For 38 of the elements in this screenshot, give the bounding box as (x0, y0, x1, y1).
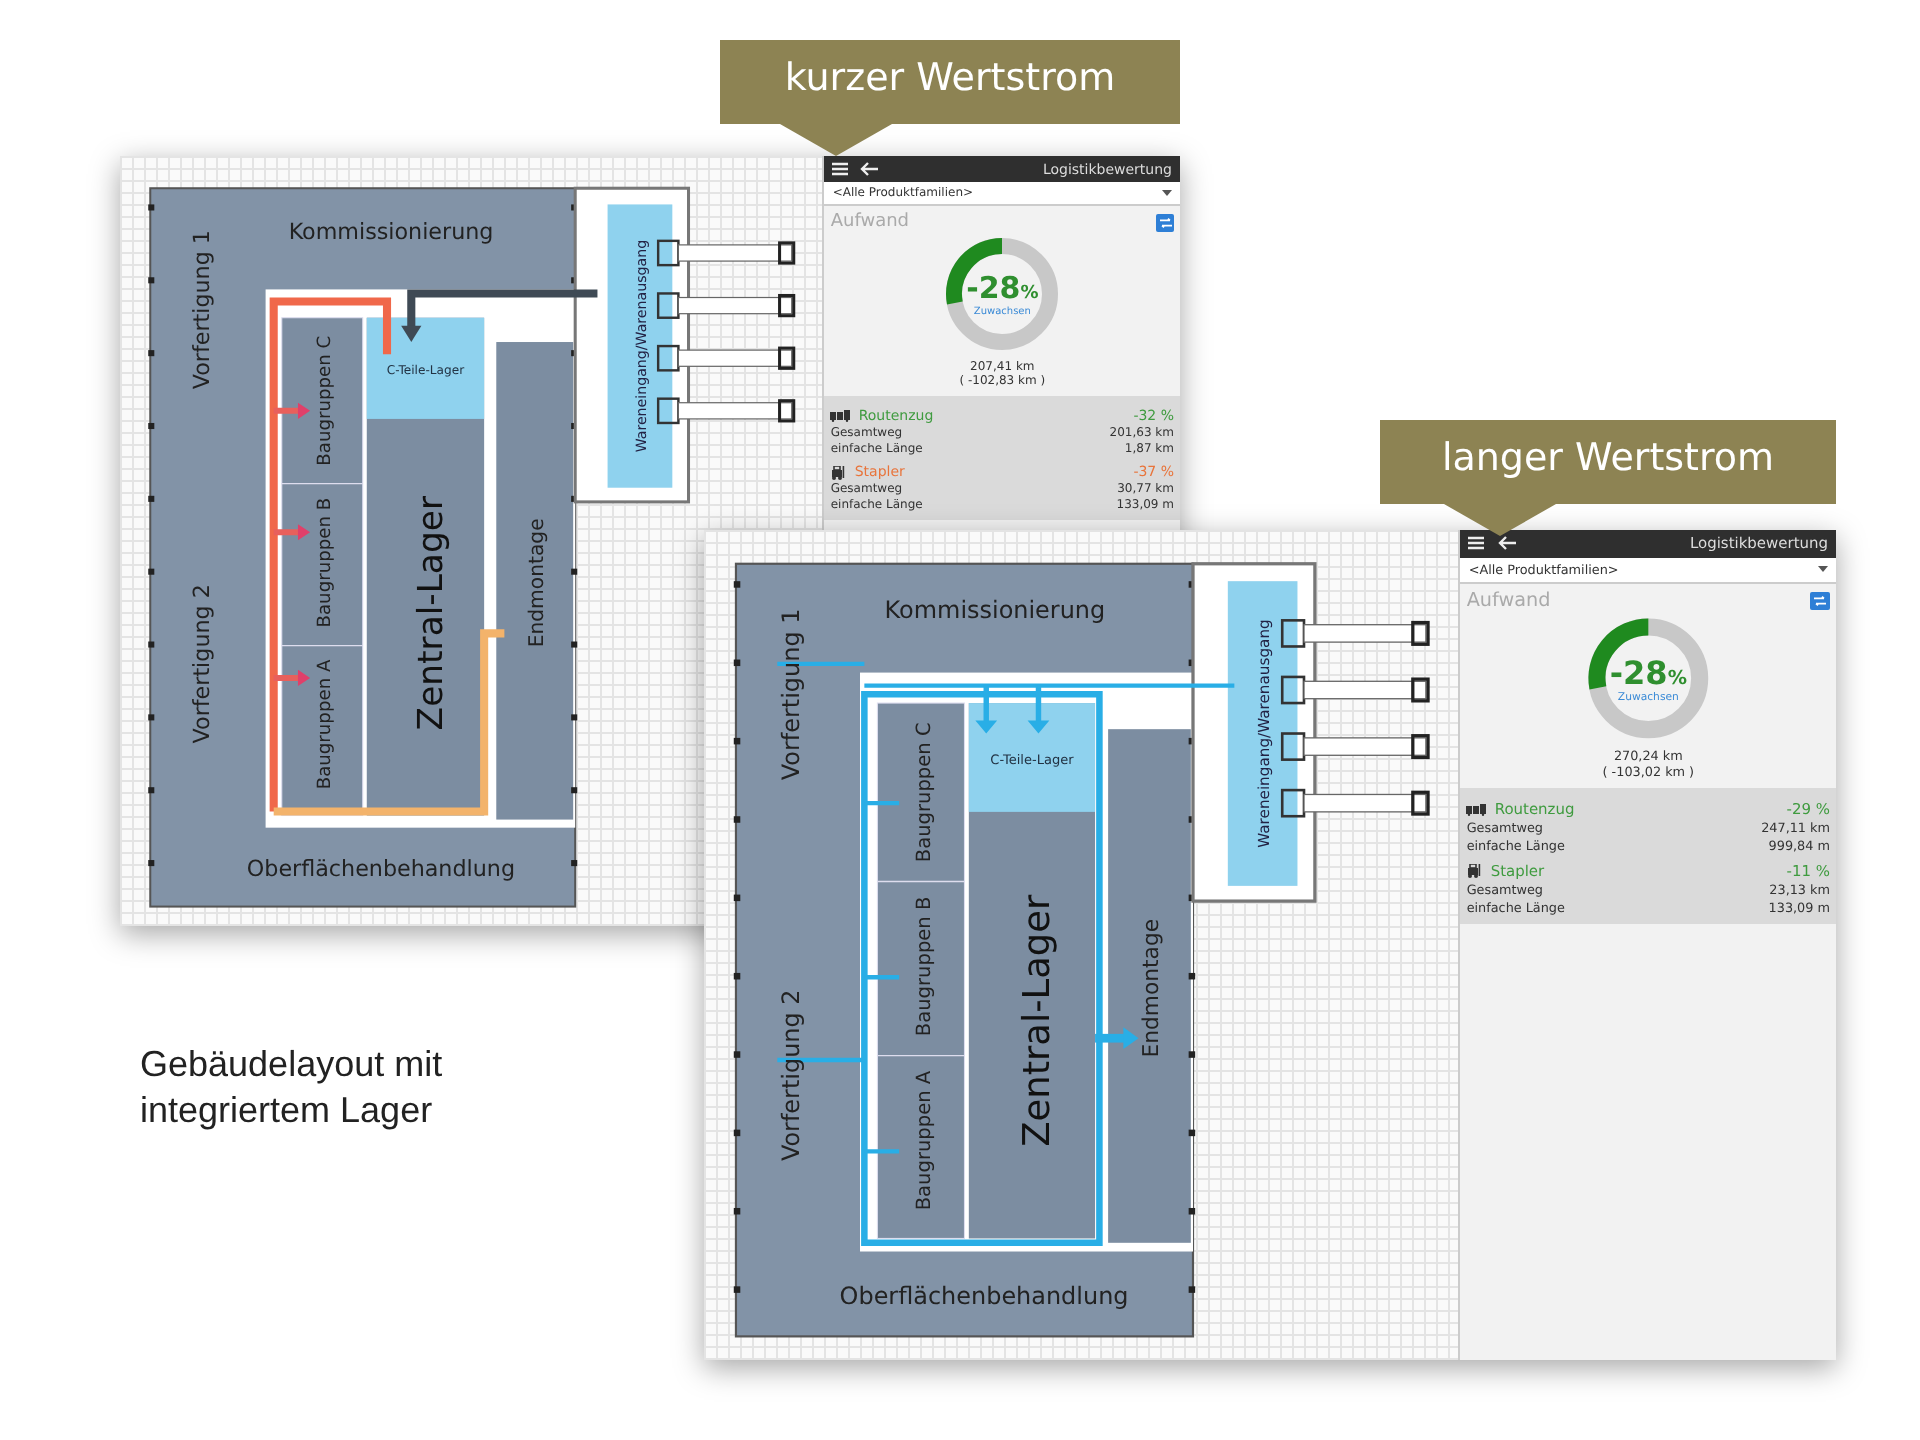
swap-button[interactable] (1156, 213, 1174, 231)
zone-label: Kommissionierung (884, 596, 1106, 625)
callout: langer Wertstrom (1380, 420, 1836, 536)
percent-value: -28% (966, 270, 1039, 306)
caption-text: Gebäudelayout mit (140, 1044, 443, 1086)
callout: kurzer Wertstrom (720, 40, 1180, 156)
zone-label: Baugruppen C (913, 722, 936, 863)
zone-label: Baugruppen A (913, 1070, 936, 1211)
caret-icon (1818, 566, 1828, 573)
zone-label: Baugruppen A (316, 659, 337, 790)
train-icon (830, 410, 851, 422)
zone-label: Vorfertigung 1 (188, 230, 215, 390)
zone-label: Baugruppen B (913, 896, 936, 1037)
zone-label: Baugruppen B (316, 497, 337, 628)
caret-icon (1162, 190, 1172, 196)
zone-label: Endmontage (1138, 918, 1165, 1058)
zone-label: Vorfertigung 2 (777, 989, 806, 1162)
back-arrow-icon[interactable] (1497, 536, 1516, 551)
section-title: Aufwand (830, 212, 910, 232)
zone-label: Zentral-Lager (1017, 894, 1060, 1147)
back-arrow-icon[interactable] (860, 162, 879, 176)
percent-value: -28% (1609, 653, 1687, 692)
menu-icon[interactable] (1468, 536, 1485, 551)
section-title: Aufwand (1466, 589, 1551, 612)
caption-text: integriertem Lager (140, 1090, 435, 1132)
menu-icon[interactable] (832, 162, 849, 176)
zone-label: Oberflächenbehandlung (246, 856, 515, 883)
zone-label: Vorfertigung 2 (188, 584, 215, 744)
zone-label: Kommissionierung (288, 218, 494, 245)
swap-button[interactable] (1810, 591, 1830, 611)
zone-label: Vorfertigung 1 (777, 608, 806, 781)
zone-label: Oberflächenbehandlung (839, 1281, 1129, 1310)
forklift-icon (830, 465, 847, 479)
forklift-icon (1466, 864, 1483, 879)
zone-label: Zentral-Lager (411, 495, 452, 731)
train-icon (1466, 803, 1487, 816)
zone-label: Baugruppen C (316, 335, 337, 466)
zone-label: Endmontage (526, 518, 549, 648)
